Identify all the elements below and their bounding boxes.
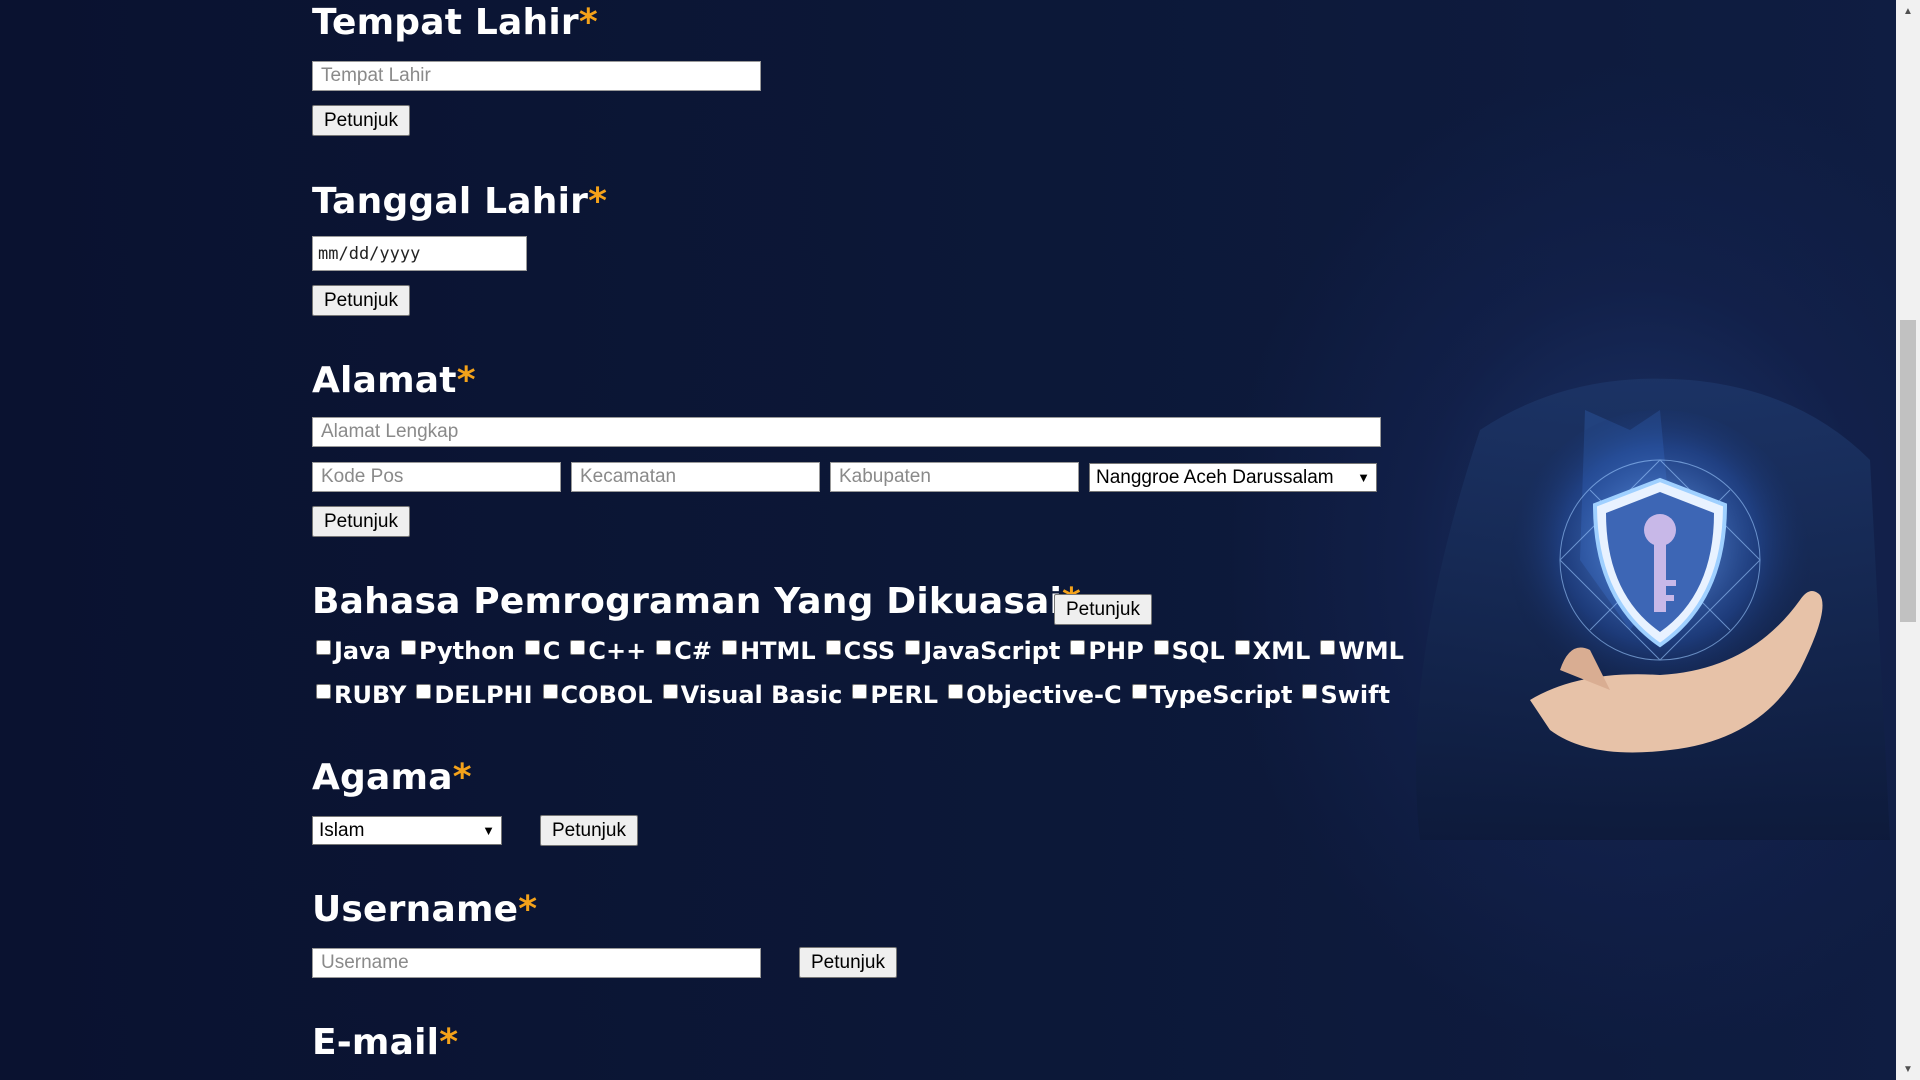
language-option[interactable]: C xyxy=(524,637,560,665)
required-mark: * xyxy=(578,2,598,43)
language-option[interactable]: PHP xyxy=(1070,637,1144,665)
language-option[interactable]: C++ xyxy=(570,637,646,665)
language-option[interactable]: CSS xyxy=(825,637,895,665)
required-mark: * xyxy=(518,889,538,930)
checkbox[interactable] xyxy=(1131,683,1147,699)
tanggal-lahir-label: Tanggal Lahir* xyxy=(312,181,608,222)
kode-pos-input[interactable] xyxy=(312,462,561,492)
username-label: Username* xyxy=(312,889,538,930)
tempat-lahir-hint-button[interactable]: Petunjuk xyxy=(312,105,410,136)
checkbox[interactable] xyxy=(1153,639,1169,655)
agama-label: Agama* xyxy=(312,757,472,798)
language-option[interactable]: Visual Basic xyxy=(662,681,842,709)
kecamatan-input[interactable] xyxy=(571,462,820,492)
language-option[interactable]: Swift xyxy=(1302,681,1390,709)
checkbox[interactable] xyxy=(852,683,868,699)
checkbox[interactable] xyxy=(570,639,586,655)
language-option[interactable]: SQL xyxy=(1153,637,1225,665)
tanggal-lahir-date-input[interactable]: mm/dd/yyyy xyxy=(312,236,527,271)
required-mark: * xyxy=(588,181,608,222)
username-input[interactable] xyxy=(312,948,761,978)
checkbox[interactable] xyxy=(948,683,964,699)
checkbox[interactable] xyxy=(1070,639,1086,655)
language-option[interactable]: WML xyxy=(1320,637,1404,665)
language-option[interactable]: PERL xyxy=(852,681,938,709)
checkbox[interactable] xyxy=(524,639,540,655)
language-option[interactable]: Objective-C xyxy=(948,681,1122,709)
scroll-down-arrow-icon[interactable]: ▼ xyxy=(1896,1058,1920,1080)
checkbox[interactable] xyxy=(1302,683,1318,699)
tanggal-lahir-hint-button[interactable]: Petunjuk xyxy=(312,285,410,316)
checkbox[interactable] xyxy=(316,639,331,655)
language-option[interactable]: TypeScript xyxy=(1131,681,1292,709)
email-label: E-mail* xyxy=(312,1022,459,1063)
agama-hint-button[interactable]: Petunjuk xyxy=(540,815,638,846)
checkbox[interactable] xyxy=(400,639,416,655)
username-hint-button[interactable]: Petunjuk xyxy=(799,947,897,978)
bahasa-hint-button[interactable]: Petunjuk xyxy=(1054,594,1152,625)
language-option[interactable]: COBOL xyxy=(542,681,653,709)
checkbox[interactable] xyxy=(721,639,737,655)
vertical-scrollbar[interactable]: ▲ ▼ xyxy=(1896,0,1920,1080)
language-checkbox-row-1: Java Python C C++ C# HTML CSS JavaScript… xyxy=(316,637,1414,665)
language-option[interactable]: Python xyxy=(400,637,515,665)
checkbox[interactable] xyxy=(316,683,331,699)
language-option[interactable]: HTML xyxy=(721,637,816,665)
checkbox[interactable] xyxy=(825,639,841,655)
checkbox[interactable] xyxy=(656,639,672,655)
language-option[interactable]: XML xyxy=(1234,637,1310,665)
hand-shield-key-illustration xyxy=(1416,378,1890,840)
agama-selected-value: Islam xyxy=(319,819,365,841)
dropdown-arrow-icon: ▼ xyxy=(1357,470,1370,485)
agama-select[interactable]: Islam ▼ xyxy=(312,816,502,845)
province-selected-value: Nanggroe Aceh Darussalam xyxy=(1096,466,1334,488)
scrollbar-thumb[interactable] xyxy=(1900,320,1916,622)
checkbox[interactable] xyxy=(416,683,432,699)
checkbox[interactable] xyxy=(542,683,558,699)
required-mark: * xyxy=(456,360,476,401)
required-mark: * xyxy=(439,1022,459,1063)
language-option[interactable]: Java xyxy=(316,637,391,665)
language-option[interactable]: JavaScript xyxy=(905,637,1060,665)
dropdown-arrow-icon: ▼ xyxy=(482,823,495,838)
alamat-lengkap-input[interactable] xyxy=(312,417,1381,447)
required-mark: * xyxy=(452,757,472,798)
bahasa-label: Bahasa Pemrograman Yang Dikuasai* xyxy=(312,581,1081,622)
language-option[interactable]: C# xyxy=(656,637,712,665)
checkbox[interactable] xyxy=(662,683,678,699)
alamat-label: Alamat* xyxy=(312,360,476,401)
scroll-up-arrow-icon[interactable]: ▲ xyxy=(1896,0,1920,22)
kabupaten-input[interactable] xyxy=(830,462,1079,492)
province-select[interactable]: Nanggroe Aceh Darussalam ▼ xyxy=(1089,463,1377,492)
checkbox[interactable] xyxy=(1320,639,1336,655)
tempat-lahir-label: Tempat Lahir* xyxy=(312,2,598,43)
alamat-hint-button[interactable]: Petunjuk xyxy=(312,506,410,537)
tempat-lahir-input[interactable] xyxy=(312,61,761,91)
language-checkbox-row-2: RUBY DELPHI COBOL Visual Basic PERL Obje… xyxy=(316,681,1400,709)
language-option[interactable]: DELPHI xyxy=(416,681,533,709)
checkbox[interactable] xyxy=(1234,639,1250,655)
checkbox[interactable] xyxy=(905,639,921,655)
language-option[interactable]: RUBY xyxy=(316,681,406,709)
